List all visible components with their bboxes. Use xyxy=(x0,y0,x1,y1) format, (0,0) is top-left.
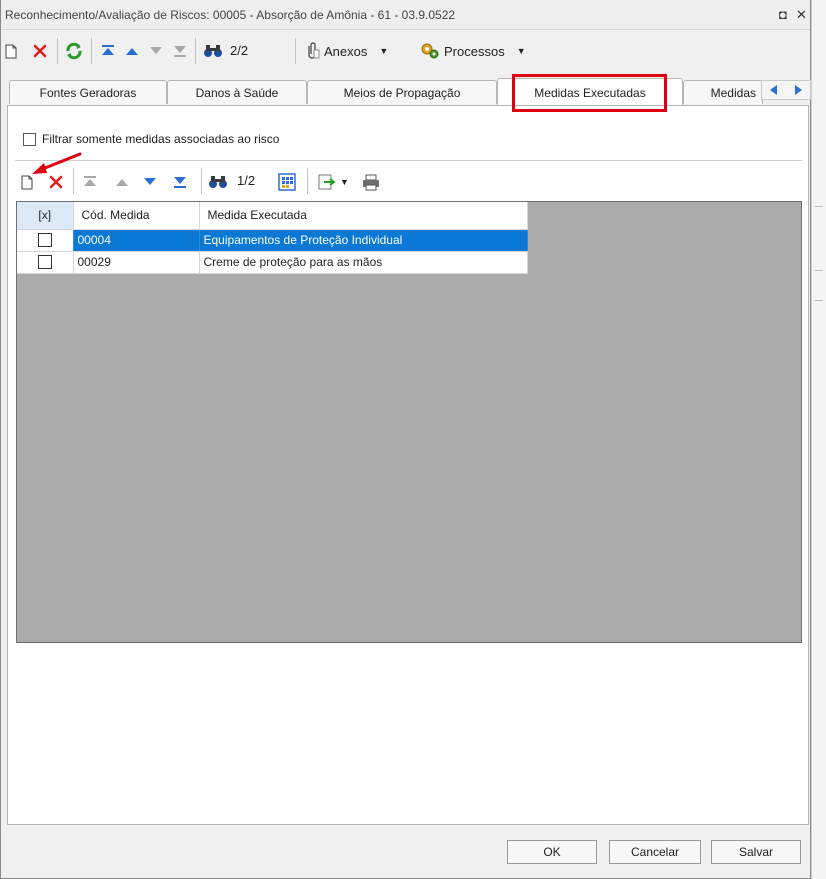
tab-danos-saude[interactable]: Danos à Saúde xyxy=(167,80,307,104)
binoculars-icon[interactable] xyxy=(207,170,229,194)
last-record-icon[interactable] xyxy=(171,39,189,63)
binoculars-icon[interactable] xyxy=(202,39,224,63)
row-select-cell[interactable] xyxy=(17,229,74,252)
new-record-icon[interactable] xyxy=(3,39,19,63)
first-record-icon[interactable] xyxy=(99,39,117,63)
grid-toolbar: 1/2 ▼ xyxy=(15,164,802,198)
chevron-down-icon: ▼ xyxy=(379,46,389,56)
column-header-select[interactable]: [x] xyxy=(17,202,74,230)
anexos-button[interactable]: Anexos ▼ xyxy=(304,39,414,63)
measure-counter: 1/2 xyxy=(237,173,256,188)
screen: Reconhecimento/Avaliação de Riscos: 0000… xyxy=(0,0,826,879)
dialog-window: Reconhecimento/Avaliação de Riscos: 0000… xyxy=(0,0,811,879)
main-toolbar: 2/2 Anexos ▼ Processos ▼ xyxy=(1,31,810,71)
grid-columns-icon[interactable] xyxy=(277,170,297,194)
column-header-measure[interactable]: Medida Executada xyxy=(199,202,528,230)
restore-icon[interactable]: ◘ xyxy=(779,7,787,22)
record-counter: 2/2 xyxy=(230,43,249,58)
table-row[interactable]: 00004 Equipamentos de Proteção Individua… xyxy=(17,229,528,252)
cancel-button[interactable]: Cancelar xyxy=(609,840,701,864)
processos-button[interactable]: Processos ▼ xyxy=(420,39,550,63)
row-select-cell[interactable] xyxy=(17,251,74,274)
scroll-right-icon[interactable] xyxy=(792,84,804,96)
first-measure-icon[interactable] xyxy=(81,170,99,194)
delete-record-icon[interactable] xyxy=(31,39,49,63)
grid-header-row: [x] Cód. Medida Medida Executada xyxy=(17,202,528,230)
previous-record-icon[interactable] xyxy=(123,39,141,63)
tab-fontes-geradoras[interactable]: Fontes Geradoras xyxy=(9,80,167,104)
cell-code[interactable]: 00029 xyxy=(73,251,200,274)
next-measure-icon[interactable] xyxy=(141,170,159,194)
chevron-down-icon: ▼ xyxy=(340,177,349,187)
cell-code[interactable]: 00004 xyxy=(73,229,200,252)
scroll-left-icon[interactable] xyxy=(768,84,780,96)
row-checkbox[interactable] xyxy=(37,255,52,270)
title-bar: Reconhecimento/Avaliação de Riscos: 0000… xyxy=(1,0,810,30)
export-icon xyxy=(318,174,336,190)
save-button[interactable]: Salvar xyxy=(711,840,801,864)
next-record-icon[interactable] xyxy=(147,39,165,63)
measures-grid: [x] Cód. Medida Medida Executada 00004 E… xyxy=(17,202,528,274)
tab-medidas[interactable]: Medidas xyxy=(683,80,763,104)
cell-measure[interactable]: Creme de proteção para as mãos xyxy=(199,251,528,274)
chevron-down-icon: ▼ xyxy=(516,46,526,56)
export-button[interactable]: ▼ xyxy=(315,170,351,194)
delete-measure-icon[interactable] xyxy=(47,170,65,194)
cell-measure[interactable]: Equipamentos de Proteção Individual xyxy=(199,229,528,252)
window-title: Reconhecimento/Avaliação de Riscos: 0000… xyxy=(5,8,456,22)
tab-meios-propagacao[interactable]: Meios de Propagação xyxy=(307,80,497,104)
filter-checkbox[interactable] xyxy=(23,132,36,146)
filter-row: Filtrar somente medidas associadas ao ri… xyxy=(23,132,279,146)
tab-medidas-executadas[interactable]: Medidas Executadas xyxy=(497,78,683,106)
new-measure-icon[interactable] xyxy=(19,170,35,194)
print-icon[interactable] xyxy=(361,170,381,194)
previous-measure-icon[interactable] xyxy=(113,170,131,194)
paperclip-icon xyxy=(308,42,320,59)
ok-button[interactable]: OK xyxy=(507,840,597,864)
column-header-code[interactable]: Cód. Medida xyxy=(73,202,200,230)
last-measure-icon[interactable] xyxy=(171,170,189,194)
refresh-icon[interactable] xyxy=(64,39,84,63)
tab-scroller xyxy=(761,80,811,100)
table-row[interactable]: 00029 Creme de proteção para as mãos xyxy=(17,251,528,274)
filter-label: Filtrar somente medidas associadas ao ri… xyxy=(42,132,280,146)
row-checkbox[interactable] xyxy=(37,233,52,248)
divider xyxy=(15,160,802,161)
background-window-edge xyxy=(811,0,826,879)
gears-icon xyxy=(421,43,439,59)
close-icon[interactable]: ✕ xyxy=(796,7,807,23)
